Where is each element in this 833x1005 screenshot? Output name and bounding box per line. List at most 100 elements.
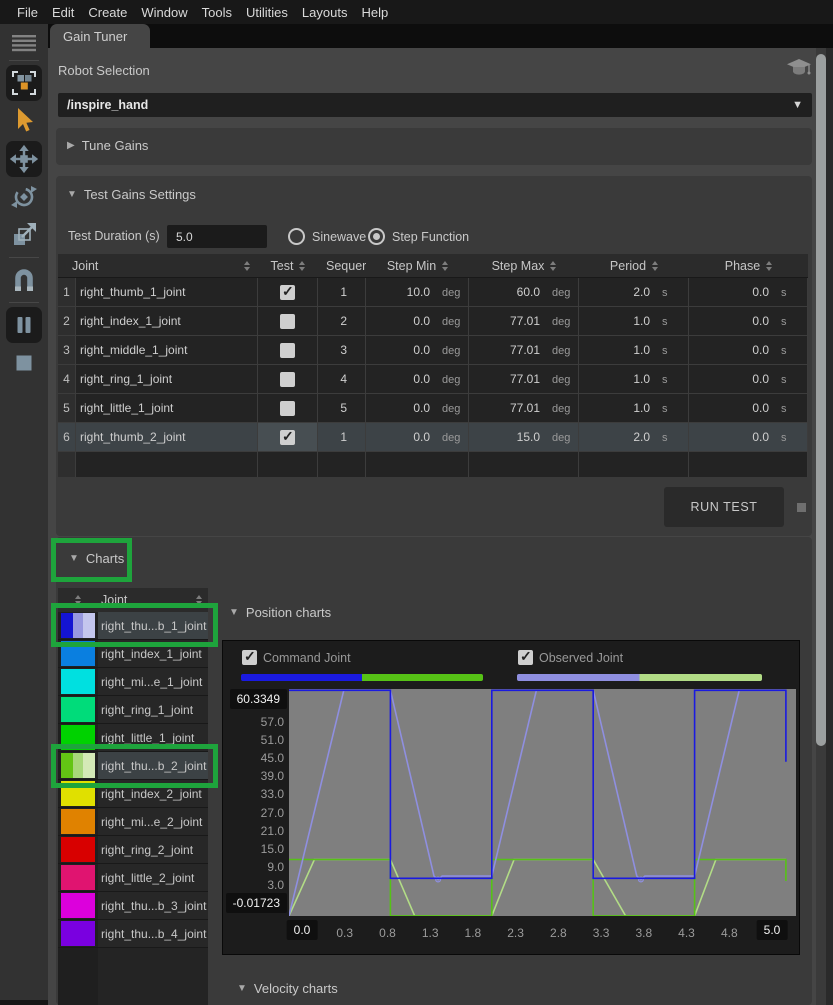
table-row[interactable]: 6right_thumb_2_joint10.0deg15.0deg2.0s0.… (58, 423, 808, 452)
max-cell[interactable]: 77.01 deg (469, 365, 579, 393)
joint-list-row[interactable]: right_index_1_joint (58, 640, 208, 668)
phase-cell[interactable]: 0.0 s (689, 307, 808, 335)
scrollbar-handle[interactable] (816, 54, 826, 746)
joint-list-row[interactable]: right_mi...e_1_joint (58, 668, 208, 696)
table-row[interactable]: 5 right_little_1_joint 5 0.0 deg 77.01 deg 1.0 s… (58, 394, 808, 423)
max-cell[interactable]: 60.0 deg (469, 278, 579, 306)
phase-cell[interactable]: 0.0 s (689, 365, 808, 393)
phase-cell[interactable]: 0.0 s (689, 278, 808, 306)
column-header-joint[interactable]: Joint (58, 254, 258, 277)
stop-icon[interactable] (6, 345, 42, 381)
observed-joint-toggle[interactable]: Observed Joint (518, 648, 623, 665)
sequence-cell[interactable]: 1 (318, 423, 366, 451)
menu-item-help[interactable]: Help (354, 5, 395, 20)
column-header-period[interactable]: Period (579, 254, 689, 277)
column-header-test[interactable]: Test (258, 254, 318, 277)
table-row[interactable]: 1right_thumb_1_joint110.0deg60.0deg2.0s0… (58, 278, 808, 307)
min-cell[interactable]: 0.0 deg (366, 336, 469, 364)
joint-list-row[interactable]: right_index_2_joint (58, 780, 208, 808)
test-checkbox-cell[interactable] (258, 307, 318, 335)
period-cell[interactable]: 2.0 s (579, 278, 689, 306)
menu-item-edit[interactable]: Edit (45, 5, 81, 20)
tab-gain-tuner[interactable]: Gain Tuner (50, 24, 150, 48)
joint-list-row[interactable]: right_thu...b_1_joint (58, 612, 208, 640)
phase-cell[interactable]: 0.0 s (689, 423, 808, 451)
joint-list-row[interactable]: right_thu...b_2_joint (58, 752, 208, 780)
toolbar-divider (9, 302, 39, 303)
run-test-button[interactable]: RUN TEST (664, 487, 784, 527)
tune-gains-section[interactable]: ▶ Tune Gains (56, 128, 812, 165)
max-cell[interactable]: 15.0 deg (469, 423, 579, 451)
column-header-step-min[interactable]: Step Min (366, 254, 469, 277)
snap-magnet-icon[interactable] (6, 262, 42, 298)
phase-cell[interactable]: 0.0 s (689, 394, 808, 422)
menu-item-utilities[interactable]: Utilities (239, 5, 295, 20)
period-cell[interactable]: 1.0 s (579, 365, 689, 393)
joint-column-header[interactable]: Joint (98, 588, 208, 612)
table-row[interactable]: 3 right_middle_1_joint 3 0.0 deg 77.01 deg 1.0 s… (58, 336, 808, 365)
period-cell[interactable]: 1.0 s (579, 307, 689, 335)
joint-list-row[interactable]: right_little_1_joint (58, 724, 208, 752)
menu-item-layouts[interactable]: Layouts (295, 5, 355, 20)
color-column-header[interactable] (58, 588, 98, 612)
joint-list-row[interactable]: right_mi...e_2_joint (58, 808, 208, 836)
sequence-cell[interactable]: 5 (318, 394, 366, 422)
test-checkbox-cell[interactable] (258, 423, 318, 451)
velocity-charts-header[interactable]: ▼ Velocity charts (237, 981, 338, 996)
max-cell[interactable]: 77.01 deg (469, 307, 579, 335)
pause-icon[interactable] (6, 307, 42, 343)
radio-sinewave[interactable]: Sinewave (288, 228, 366, 245)
table-row[interactable]: 4 right_ring_1_joint 4 0.0 deg 77.01 deg 1.0 s 0.… (58, 365, 808, 394)
table-row[interactable]: 2 right_index_1_joint 2 0.0 deg 77.01 deg 1.0 s 0… (58, 307, 808, 336)
column-header-phase[interactable]: Phase (689, 254, 808, 277)
min-cell[interactable]: 0.0 deg (366, 423, 469, 451)
min-cell[interactable]: 0.0 deg (366, 365, 469, 393)
rotate-tool-icon[interactable] (6, 179, 42, 215)
radio-step-function[interactable]: Step Function (368, 228, 469, 245)
joint-list-row[interactable]: right_thu...b_4_joint (58, 920, 208, 948)
max-cell[interactable]: 77.01 deg (469, 394, 579, 422)
joint-list-row[interactable]: right_ring_1_joint (58, 696, 208, 724)
test-checkbox-cell[interactable] (258, 365, 318, 393)
sequence-cell[interactable]: 1 (318, 278, 366, 306)
phase-cell[interactable]: 0.0 s (689, 336, 808, 364)
test-checkbox-cell[interactable] (258, 336, 318, 364)
cursor-select-icon[interactable] (6, 103, 42, 139)
min-cell[interactable]: 0.0 deg (366, 394, 469, 422)
command-joint-toggle[interactable]: Command Joint (242, 648, 351, 665)
period-cell[interactable]: 1.0 s (579, 336, 689, 364)
graduation-cap-icon[interactable] (786, 57, 812, 84)
joint-list-name: right_thu...b_1_joint (98, 612, 208, 640)
test-gains-header[interactable]: ▼ Test Gains Settings (67, 187, 196, 202)
column-header-step-max[interactable]: Step Max (469, 254, 579, 277)
color-swatch (61, 837, 95, 862)
sequence-cell[interactable]: 2 (318, 307, 366, 335)
max-cell[interactable]: 77.01 deg (469, 336, 579, 364)
test-checkbox-cell[interactable] (258, 278, 318, 306)
joint-list-row[interactable]: right_little_2_joint (58, 864, 208, 892)
position-charts-header[interactable]: ▼ Position charts (229, 605, 331, 620)
joint-list-name: right_thu...b_4_joint (98, 920, 208, 948)
column-header-sequer[interactable]: Sequer (318, 254, 366, 277)
joint-list-row[interactable]: right_ring_2_joint (58, 836, 208, 864)
selection-mode-icon[interactable] (6, 65, 42, 101)
robot-selection-dropdown[interactable]: /inspire_hand ▼ (58, 93, 812, 117)
charts-header[interactable]: ▼ Charts (69, 551, 124, 566)
test-checkbox-cell[interactable] (258, 394, 318, 422)
period-cell[interactable]: 1.0 s (579, 394, 689, 422)
joint-list-row[interactable]: right_thu...b_3_joint (58, 892, 208, 920)
sequence-cell[interactable]: 4 (318, 365, 366, 393)
test-duration-input[interactable]: 5.0 (167, 225, 267, 248)
period-cell[interactable]: 2.0 s (579, 423, 689, 451)
plot-area[interactable] (288, 689, 796, 917)
scale-tool-icon[interactable] (6, 217, 42, 253)
menu-item-tools[interactable]: Tools (195, 5, 239, 20)
min-cell[interactable]: 10.0 deg (366, 278, 469, 306)
sequence-cell[interactable]: 3 (318, 336, 366, 364)
move-tool-icon[interactable] (6, 141, 42, 177)
menu-item-window[interactable]: Window (134, 5, 194, 20)
menu-item-file[interactable]: File (10, 5, 45, 20)
hamburger-menu-icon[interactable] (6, 30, 42, 56)
menu-item-create[interactable]: Create (81, 5, 134, 20)
min-cell[interactable]: 0.0 deg (366, 307, 469, 335)
